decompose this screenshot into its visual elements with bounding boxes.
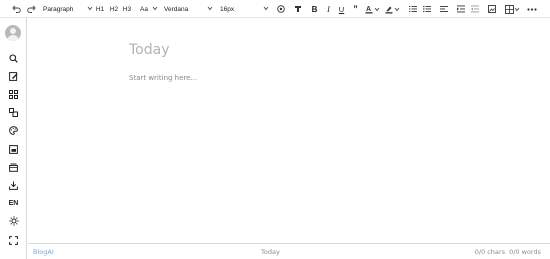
font-family-value: Verdana: [164, 5, 189, 13]
highlight-color-icon[interactable]: [383, 0, 401, 18]
apps-grid-icon[interactable]: [0, 87, 27, 101]
font-family-select[interactable]: Verdana: [164, 0, 213, 18]
text-color-icon[interactable]: A: [363, 0, 381, 18]
underline-icon[interactable]: U: [336, 0, 347, 18]
heading-3-button[interactable]: H3: [121, 0, 133, 18]
block-format-select[interactable]: Paragraph: [43, 0, 93, 18]
search-docs-icon[interactable]: [0, 51, 27, 65]
title-input[interactable]: Today: [129, 42, 170, 58]
editor-area[interactable]: Today Start writing here...: [28, 19, 550, 243]
block-format-value: Paragraph: [43, 5, 74, 13]
bulleted-list-icon[interactable]: [421, 0, 432, 18]
indent-icon[interactable]: [455, 0, 466, 18]
font-size-icon-select[interactable]: Aa: [140, 0, 158, 18]
clear-format-icon[interactable]: [292, 0, 303, 18]
body-input[interactable]: Start writing here...: [129, 74, 197, 82]
blockquote-icon[interactable]: ”: [350, 0, 361, 18]
font-size-icon-label: Aa: [140, 5, 148, 13]
char-count: 0/0 chars: [474, 248, 505, 256]
status-counts: 0/0 chars 0/0 words: [475, 248, 541, 256]
chevron-down-icon: [207, 6, 213, 11]
undo-icon[interactable]: [10, 0, 22, 18]
align-left-icon[interactable]: [438, 0, 449, 18]
avatar-body: [7, 35, 19, 41]
word-count: 0/0 words: [509, 248, 541, 256]
italic-icon[interactable]: I: [323, 0, 334, 18]
archive-icon[interactable]: [0, 160, 27, 174]
emoji-icon[interactable]: [275, 0, 286, 18]
sidebar: EN: [0, 18, 27, 259]
numbered-list-icon[interactable]: [407, 0, 418, 18]
language-switch[interactable]: EN: [0, 196, 27, 210]
avatar[interactable]: [5, 25, 21, 41]
edit-notes-icon[interactable]: [0, 69, 27, 83]
status-date: Today: [261, 248, 280, 256]
font-size-value: 16px: [220, 5, 235, 13]
heading-2-button[interactable]: H2: [108, 0, 120, 18]
editor-toolbar: Paragraph H1 H2 H3 Aa Verdana 16px B I U…: [0, 0, 550, 18]
image-gallery-icon[interactable]: [0, 142, 27, 156]
bold-icon[interactable]: B: [309, 0, 320, 18]
fullscreen-icon[interactable]: [0, 233, 27, 247]
font-size-select[interactable]: 16px: [220, 0, 269, 18]
avatar-head: [10, 28, 16, 34]
heading-1-button[interactable]: H1: [94, 0, 106, 18]
chevron-down-icon: [87, 6, 93, 11]
redo-icon[interactable]: [25, 0, 37, 18]
outdent-icon[interactable]: [469, 0, 480, 18]
status-bar: BlogAI Today 0/0 chars 0/0 words: [28, 243, 550, 259]
palette-icon[interactable]: [0, 123, 27, 137]
brand-link[interactable]: BlogAI: [33, 248, 54, 256]
chevron-down-icon: [152, 6, 158, 11]
theme-toggle-icon[interactable]: [0, 214, 27, 228]
shapes-icon[interactable]: [0, 105, 27, 119]
more-icon[interactable]: [525, 0, 539, 18]
insert-image-icon[interactable]: [486, 0, 497, 18]
svg-text:A: A: [366, 6, 371, 13]
chevron-down-icon: [263, 6, 269, 11]
table-icon[interactable]: [503, 0, 521, 18]
download-icon[interactable]: [0, 178, 27, 192]
